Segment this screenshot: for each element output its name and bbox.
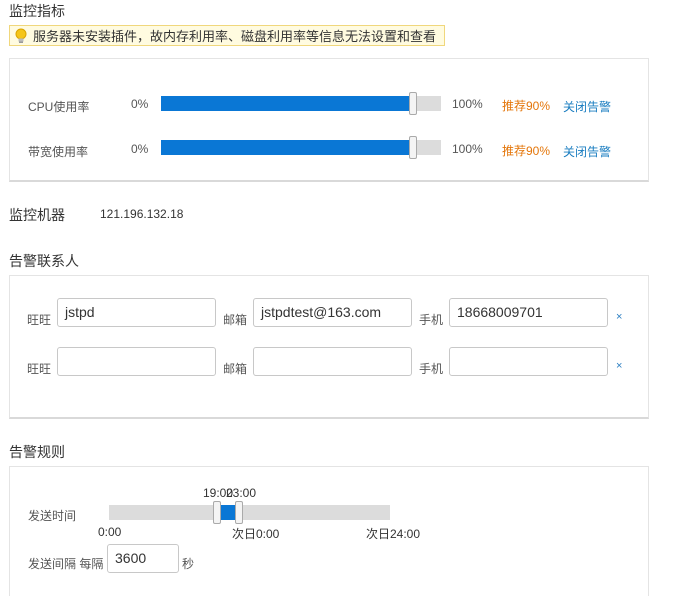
machine-label: 监控机器 (9, 207, 65, 223)
rules-panel: 发送时间 19:00 23:00 0:00 次日0:00 次日24:00 发送间… (9, 466, 649, 596)
contacts-title: 告警联系人 (9, 253, 79, 269)
bandwidth-slider-handle[interactable] (409, 136, 417, 159)
tick-end: 次日24:00 (366, 527, 421, 541)
tick-mid: 次日0:00 (232, 527, 280, 541)
cpu-recommend: 推荐90% (502, 99, 551, 113)
cpu-slider-track[interactable] (161, 96, 441, 111)
contacts-panel: 旺旺 jstpd 邮箱 jstpdtest@163.com 手机 1866800… (9, 275, 649, 419)
range-start-handle[interactable] (213, 501, 221, 524)
cpu-slider-handle[interactable] (409, 92, 417, 115)
phone-label: 手机 (419, 313, 444, 327)
cpu-close-alert-link[interactable]: 关闭告警 (563, 98, 611, 115)
remove-contact-icon[interactable]: × (616, 311, 622, 323)
notice-text: 服务器未安装插件，故内存利用率、磁盘利用率等信息无法设置和查看 (33, 29, 437, 44)
rules-title: 告警规则 (9, 444, 65, 460)
plugin-notice: 服务器未安装插件，故内存利用率、磁盘利用率等信息无法设置和查看 (9, 25, 446, 46)
email-field[interactable]: jstpdtest@163.com (253, 298, 412, 327)
bandwidth-min-label: 0% (131, 142, 149, 156)
email-label: 邮箱 (223, 362, 248, 376)
tick-start: 0:00 (98, 525, 122, 539)
cpu-label: CPU使用率 (28, 100, 90, 114)
bandwidth-max-label: 100% (452, 142, 483, 156)
lightbulb-icon (15, 28, 27, 43)
email-field[interactable] (253, 347, 412, 376)
monitor-panel: CPU使用率 0% 100% 推荐90% 关闭告警 带宽使用率 0% 100% … (9, 58, 649, 182)
bandwidth-recommend: 推荐90% (502, 144, 551, 158)
send-time-slider-track[interactable] (109, 505, 390, 520)
wangwang-label: 旺旺 (27, 362, 52, 376)
range-end-label: 23:00 (226, 486, 257, 500)
wangwang-field[interactable]: jstpd (57, 298, 216, 327)
phone-field[interactable]: 18668009701 (449, 298, 608, 327)
interval-field[interactable]: 3600 (107, 544, 179, 573)
interval-label: 发送间隔 每隔 (28, 557, 104, 571)
bandwidth-slider-fill (161, 140, 413, 155)
send-time-label: 发送时间 (28, 509, 77, 523)
bandwidth-label: 带宽使用率 (28, 145, 89, 159)
remove-contact-icon[interactable]: × (616, 360, 622, 372)
bandwidth-close-alert-link[interactable]: 关闭告警 (563, 143, 611, 160)
machine-ip: 121.196.132.18 (100, 207, 184, 221)
range-end-handle[interactable] (235, 501, 243, 524)
cpu-slider-fill (161, 96, 413, 111)
email-label: 邮箱 (223, 313, 248, 327)
phone-label: 手机 (419, 362, 444, 376)
wangwang-field[interactable] (57, 347, 216, 376)
cpu-min-label: 0% (131, 97, 149, 111)
phone-field[interactable] (449, 347, 608, 376)
cpu-max-label: 100% (452, 97, 483, 111)
interval-unit: 秒 (182, 557, 195, 571)
bandwidth-slider-track[interactable] (161, 140, 441, 155)
wangwang-label: 旺旺 (27, 313, 52, 327)
monitor-title: 监控指标 (9, 3, 65, 19)
